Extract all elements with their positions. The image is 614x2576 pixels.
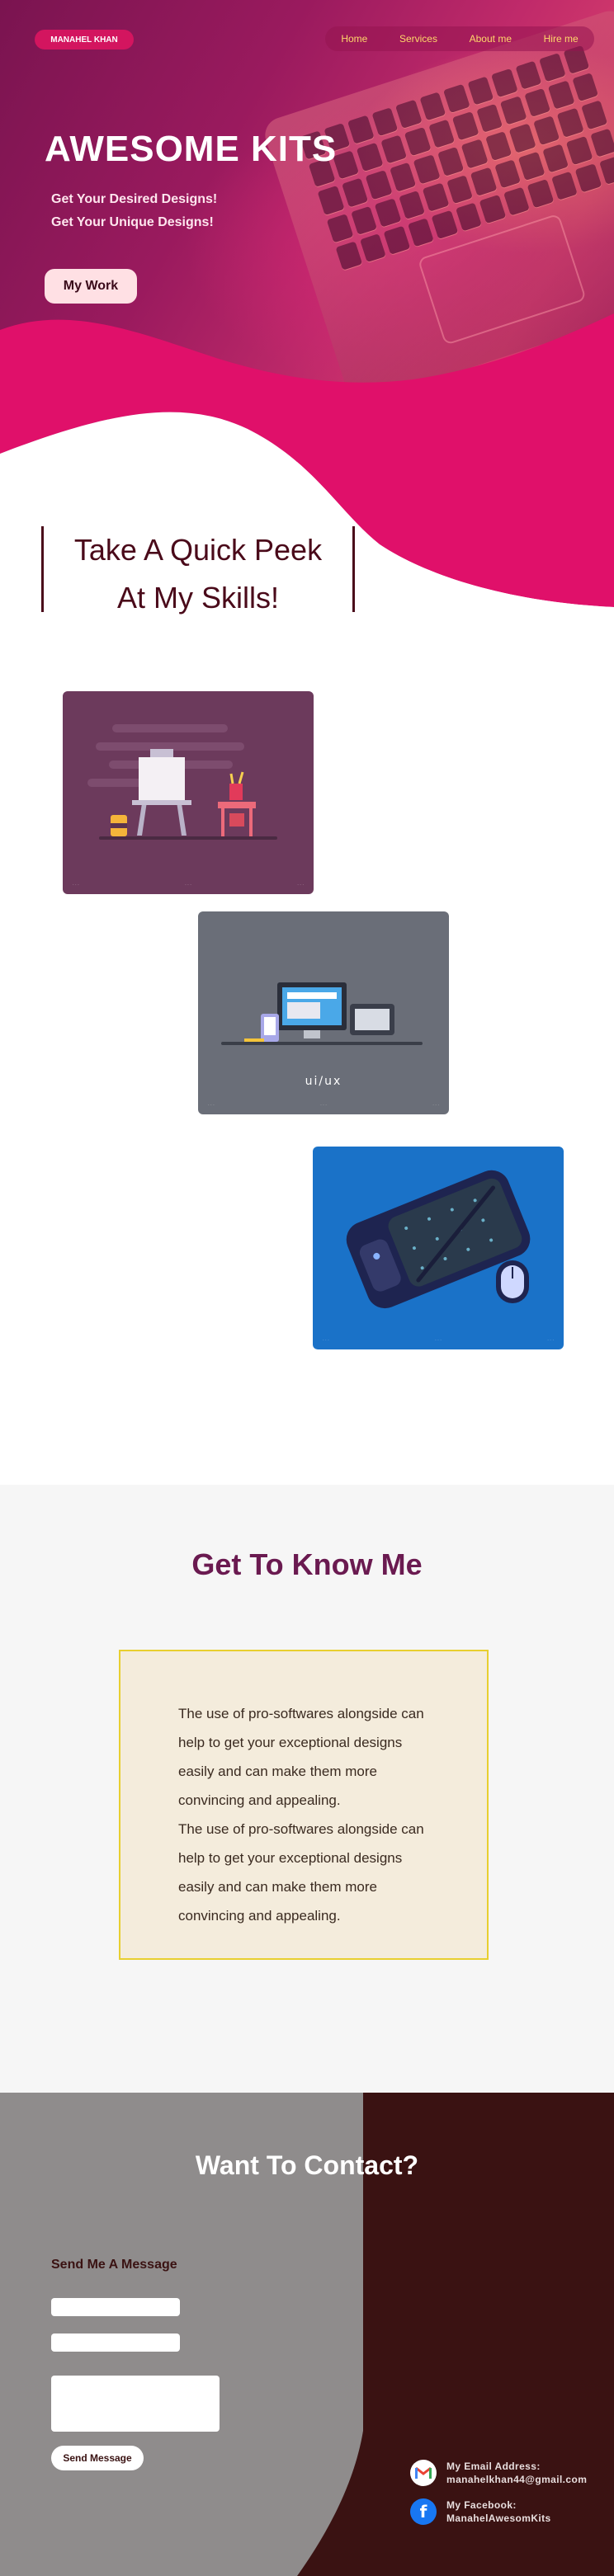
nav-about[interactable]: About me [470, 33, 512, 45]
about-paragraph-2: The use of pro-softwares alongside can h… [178, 1821, 424, 1924]
my-work-button[interactable]: My Work [45, 269, 137, 304]
send-message-button[interactable]: Send Message [51, 2446, 144, 2470]
about-section: Get To Know Me The use of pro-softwares … [0, 1485, 614, 2093]
email-label: My Email Address: [446, 2461, 541, 2472]
nav-home[interactable]: Home [341, 33, 367, 45]
hero-subtitle-2: Get Your Unique Designs! [51, 215, 214, 229]
hero-title: AWESOME KITS [45, 129, 338, 169]
hero-subtitle-1: Get Your Desired Designs! [51, 192, 218, 206]
skills-heading-line-2: At My Skills! [116, 581, 279, 615]
message-textarea[interactable] [51, 2376, 220, 2432]
brand-logo[interactable]: MANAHEL KHAN [35, 30, 134, 49]
about-paragraph-1: The use of pro-softwares alongside can h… [178, 1706, 424, 1808]
about-card: The use of pro-softwares alongside can h… [119, 1650, 489, 1960]
card-footer: · · · · · · · · · [323, 1338, 554, 1343]
message-label: Send Me A Message [51, 2258, 177, 2272]
skills-heading: Take A Quick Peek At My Skills! [41, 526, 355, 615]
keyboard-graphic [299, 45, 614, 271]
tablet-illustration [346, 1170, 531, 1309]
nav-hire[interactable]: Hire me [544, 33, 579, 45]
card-footer: · · · · · · · · · [208, 1103, 439, 1108]
skills-heading-line-1: Take A Quick Peek [73, 533, 323, 567]
about-title: Get To Know Me [191, 1547, 423, 1581]
name-input[interactable] [51, 2298, 180, 2316]
email-contact[interactable]: My Email Address: manahelkhan44@gmail.co… [410, 2460, 587, 2486]
email-input[interactable] [51, 2333, 180, 2352]
email-value: manahelkhan44@gmail.com [446, 2474, 588, 2485]
facebook-icon: f [410, 2498, 437, 2525]
facebook-value: ManahelAwesomKits [446, 2512, 551, 2524]
main-nav: Home Services About me Hire me [325, 26, 594, 51]
uiux-label: ui/ux [305, 1075, 342, 1088]
hero-section: MANAHEL KHAN Home Services About me Hire… [0, 0, 614, 610]
skill-card-uiux[interactable]: ui/ux · · · · · · · · · [198, 911, 449, 1114]
gmail-icon [410, 2460, 437, 2486]
devices-illustration: ui/ux [221, 982, 423, 1088]
contact-section: Want To Contact? Send Me A Message Send … [0, 2093, 614, 2576]
skill-card-tablet[interactable]: · · · · · · · · · [313, 1147, 564, 1349]
facebook-contact[interactable]: f My Facebook: ManahelAwesomKits [410, 2498, 551, 2525]
contact-title: Want To Contact? [195, 2150, 419, 2180]
card-footer: · · · · · · · · · [73, 883, 304, 888]
skill-card-illustration[interactable]: · · · · · · · · · [63, 691, 314, 894]
nav-services[interactable]: Services [399, 33, 437, 45]
facebook-label: My Facebook: [446, 2499, 517, 2511]
easel-illustration [87, 724, 277, 840]
